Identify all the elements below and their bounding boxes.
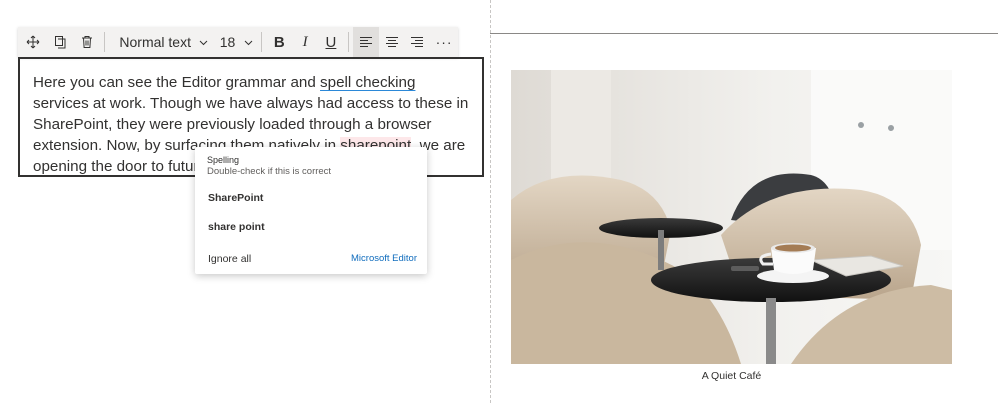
popup-hint: Double-check if this is correct bbox=[207, 166, 332, 177]
chevron-down-icon bbox=[245, 40, 253, 45]
section-divider-horizontal bbox=[490, 33, 998, 34]
cafe-photo-illustration bbox=[511, 70, 952, 364]
align-right-button[interactable] bbox=[404, 27, 430, 57]
grammar-flagged-text[interactable]: spell checking bbox=[320, 74, 415, 91]
formatting-toolbar: Normal text 18 B I U ··· bbox=[18, 27, 458, 57]
microsoft-editor-link[interactable]: Microsoft Editor bbox=[351, 253, 417, 264]
popup-category: Spelling bbox=[207, 155, 240, 165]
align-center-button[interactable] bbox=[379, 27, 405, 57]
align-left-button[interactable] bbox=[352, 27, 379, 57]
move-icon[interactable] bbox=[20, 27, 47, 57]
bold-button[interactable]: B bbox=[266, 27, 292, 57]
font-size-value: 18 bbox=[219, 34, 236, 50]
toolbar-separator bbox=[261, 32, 263, 52]
italic-button[interactable]: I bbox=[292, 27, 318, 57]
spelling-suggestions-popup: Spelling Double-check if this is correct… bbox=[195, 147, 427, 274]
ignore-all-button[interactable]: Ignore all bbox=[208, 253, 251, 265]
image-caption: A Quiet Café bbox=[701, 370, 762, 382]
text-style-value: Normal text bbox=[119, 34, 191, 50]
cafe-photo[interactable] bbox=[511, 70, 952, 364]
more-options-button[interactable]: ··· bbox=[430, 27, 458, 57]
font-size-dropdown[interactable]: 18 bbox=[214, 27, 258, 57]
suggestion-item[interactable]: SharePoint bbox=[208, 192, 263, 204]
chevron-down-icon bbox=[199, 40, 208, 45]
suggestion-item[interactable]: share point bbox=[208, 221, 265, 233]
text-style-dropdown[interactable]: Normal text bbox=[109, 27, 213, 57]
toolbar-separator bbox=[347, 32, 349, 52]
duplicate-icon[interactable] bbox=[47, 27, 74, 57]
editor-text: Here you can see the Editor grammar and bbox=[33, 74, 321, 91]
underline-button[interactable]: U bbox=[318, 27, 344, 57]
trash-icon[interactable] bbox=[74, 27, 101, 57]
section-divider-vertical bbox=[490, 0, 491, 403]
toolbar-separator bbox=[104, 32, 106, 52]
